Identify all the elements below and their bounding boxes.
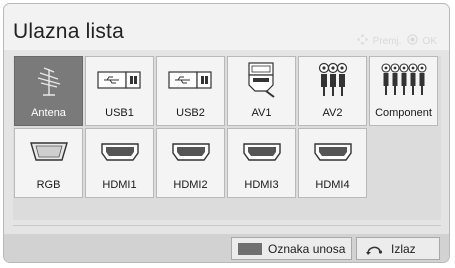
tile-label: Component bbox=[375, 107, 432, 119]
hdmi-icon bbox=[242, 143, 281, 161]
tile-label: Antena bbox=[31, 107, 66, 119]
title-bar: Ulazna lista Premj. OK bbox=[4, 4, 449, 50]
gray-button-icon bbox=[238, 242, 262, 255]
hdmi-icon bbox=[171, 143, 210, 161]
page-title: Ulazna lista bbox=[13, 20, 124, 43]
input-tile-hdmi1[interactable]: HDMI1 bbox=[85, 128, 154, 198]
vga-icon bbox=[29, 142, 68, 161]
tile-label: AV1 bbox=[251, 107, 272, 119]
scart-icon bbox=[247, 62, 275, 98]
input-tile-av2[interactable]: AV2 bbox=[298, 56, 367, 126]
footer-bar: Oznaka unosa Izlaz bbox=[4, 234, 449, 262]
tile-label: RGB bbox=[36, 179, 61, 191]
input-tile-component[interactable]: Component bbox=[369, 56, 438, 126]
tile-label: HDMI2 bbox=[173, 179, 208, 191]
tile-label: HDMI1 bbox=[102, 179, 137, 191]
tile-label: USB1 bbox=[105, 107, 134, 119]
input-grid: Antena USB1 USB2 AV1 AV2 Component RGB H… bbox=[13, 56, 441, 220]
input-tile-usb2[interactable]: USB2 bbox=[156, 56, 225, 126]
return-icon bbox=[365, 243, 383, 255]
usb-icon bbox=[167, 71, 212, 89]
tile-label: HDMI3 bbox=[244, 179, 279, 191]
divider bbox=[13, 225, 441, 226]
exit-button-text: Izlaz bbox=[391, 241, 416, 256]
exit-button[interactable]: Izlaz bbox=[356, 237, 440, 260]
hdmi-icon bbox=[313, 143, 352, 161]
tile-label: AV2 bbox=[322, 107, 343, 119]
input-tile-rgb[interactable]: RGB bbox=[14, 128, 83, 198]
input-tile-antena[interactable]: Antena bbox=[14, 56, 83, 126]
input-label-button[interactable]: Oznaka unosa bbox=[231, 237, 352, 260]
input-tile-hdmi2[interactable]: HDMI2 bbox=[156, 128, 225, 198]
usb-icon bbox=[96, 71, 141, 89]
ok-circle-icon bbox=[406, 34, 418, 48]
component-icon bbox=[380, 63, 427, 95]
antenna-icon bbox=[37, 67, 60, 96]
input-tile-hdmi3[interactable]: HDMI3 bbox=[227, 128, 296, 198]
rca-icon bbox=[318, 62, 347, 96]
input-tile-hdmi4[interactable]: HDMI4 bbox=[298, 128, 367, 198]
ok-hint-label: OK bbox=[422, 35, 437, 47]
input-label-button-text: Oznaka unosa bbox=[268, 241, 346, 256]
arrows-icon bbox=[356, 34, 368, 48]
tile-label: USB2 bbox=[176, 107, 205, 119]
navigation-hint: Premj. OK bbox=[356, 34, 437, 48]
tile-label: HDMI4 bbox=[315, 179, 350, 191]
input-tile-usb1[interactable]: USB1 bbox=[85, 56, 154, 126]
move-hint-label: Premj. bbox=[372, 35, 402, 47]
hdmi-icon bbox=[100, 143, 139, 161]
input-list-panel: Ulazna lista Premj. OK Antena USB1 USB2 … bbox=[3, 3, 450, 263]
input-tile-av1[interactable]: AV1 bbox=[227, 56, 296, 126]
